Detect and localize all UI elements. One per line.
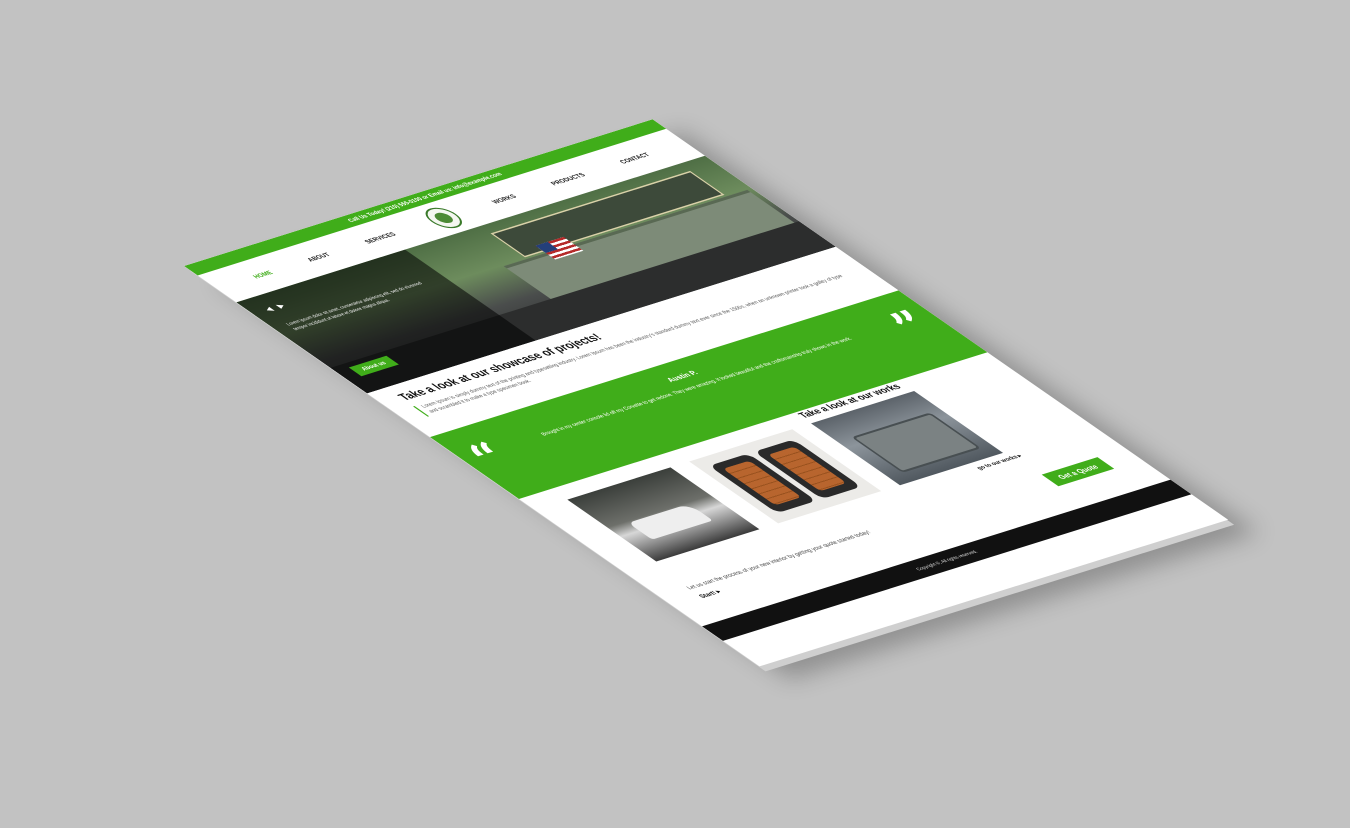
slider-prev-icon[interactable]: ◀: [262, 305, 276, 313]
get-a-quote-button[interactable]: Get a Quote: [1041, 457, 1115, 487]
slider-next-icon[interactable]: ▶: [274, 302, 288, 310]
hero-description: Lorem ipsum dolor sit amet, consectetur …: [284, 280, 424, 332]
mockup-stage: Call Us Today! (210) 555-0100 or Email u…: [0, 0, 1350, 828]
nav-home[interactable]: HOME: [251, 269, 275, 279]
logo-center: [430, 211, 457, 225]
nav-services[interactable]: SERVICES: [362, 231, 398, 245]
about-us-button[interactable]: About us: [348, 355, 399, 377]
logo-emblem-icon[interactable]: [417, 204, 470, 232]
nav-about[interactable]: ABOUT: [305, 251, 332, 262]
website-mockup-page: Call Us Today! (210) 555-0100 or Email u…: [184, 119, 1229, 667]
nav-works[interactable]: WORKS: [490, 193, 519, 205]
start-link[interactable]: Start! ▸: [697, 588, 723, 599]
slider-arrows: ◀ ▶: [262, 302, 288, 313]
nav-products[interactable]: PRODUCTS: [549, 172, 588, 187]
nav-contact[interactable]: CONTACT: [617, 151, 651, 165]
